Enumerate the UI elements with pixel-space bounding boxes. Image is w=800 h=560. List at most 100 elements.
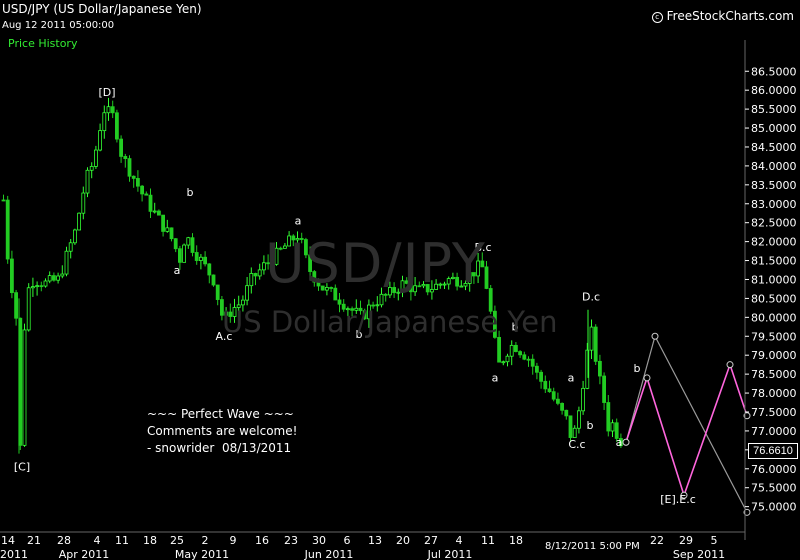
candle-body	[518, 351, 522, 356]
candle-body	[30, 286, 35, 289]
candle-body	[211, 274, 216, 286]
price-tick-label: 78.0000	[751, 387, 797, 400]
candle-body	[602, 375, 606, 403]
candle-body	[110, 106, 115, 114]
candle-body	[379, 293, 384, 306]
price-tick-label: 84.0000	[751, 160, 797, 173]
month-label: May 2011	[175, 548, 229, 560]
price-tick-label: 86.5000	[751, 65, 797, 78]
candle-body	[140, 185, 145, 195]
comment-line: Comments are welcome!	[147, 424, 298, 438]
wave-label: a	[174, 264, 181, 277]
candle-body	[156, 210, 161, 216]
price-tick-label: 80.5000	[751, 292, 797, 305]
projection-pink-line[interactable]	[625, 362, 748, 498]
candle-body	[610, 422, 615, 432]
candle-body	[169, 227, 174, 240]
candle-body	[9, 258, 14, 294]
price-history-label[interactable]: Price History	[8, 37, 77, 50]
projection-vertex[interactable]	[643, 374, 651, 382]
candle-body	[190, 237, 195, 253]
price-tick-label: 84.5000	[751, 141, 797, 154]
candle-body	[539, 371, 543, 382]
candle-body	[198, 256, 203, 261]
candle-body	[547, 388, 552, 393]
candle-body	[47, 275, 52, 282]
month-label: Jun 2011	[304, 548, 354, 560]
candle-body	[14, 292, 19, 319]
date-tick-label: 2	[202, 534, 209, 547]
month-label: 2011	[0, 548, 28, 560]
cursor-date-readout: 8/12/2011 5:00 PM	[545, 541, 640, 552]
candle-body	[52, 275, 56, 281]
candle-body	[131, 175, 136, 179]
projection-vertex[interactable]	[651, 332, 659, 340]
projection-lines	[622, 332, 751, 516]
month-label: Jul 2011	[427, 548, 473, 560]
wave-label: C.c	[568, 438, 585, 451]
candle-body	[123, 156, 128, 159]
wave-label: [D]	[98, 86, 115, 99]
candle-body	[337, 299, 342, 305]
wave-label: D.c	[582, 290, 600, 303]
price-tick-label: 85.0000	[751, 122, 797, 135]
brand-link[interactable]: FreeStockCharts.com	[651, 9, 794, 23]
candle-body	[203, 256, 208, 265]
date-tick-label: 4	[94, 534, 101, 547]
candle-body	[568, 415, 573, 438]
candle-body	[535, 365, 539, 373]
candle-body	[106, 106, 111, 114]
price-tick-label: 79.5000	[751, 330, 797, 343]
candle-body	[102, 112, 107, 132]
date-tick-label: 14	[1, 534, 15, 547]
candle-body	[68, 242, 73, 252]
wave-label: a	[492, 372, 499, 385]
wave-label: [E].E.c	[660, 493, 696, 506]
candle-body	[152, 210, 157, 213]
projection-anchor[interactable]	[622, 438, 630, 446]
candle-body	[148, 194, 153, 212]
candle-body	[135, 178, 140, 187]
date-tick-label: 9	[230, 534, 237, 547]
candle-body	[514, 344, 518, 352]
candle-body	[119, 138, 123, 157]
wave-label: b	[587, 419, 594, 432]
date-tick-label: 11	[115, 534, 129, 547]
comment-line: ~~~ Perfect Wave ~~~	[147, 407, 294, 421]
date-tick-label: 16	[255, 534, 269, 547]
date-tick-label: 27	[424, 534, 438, 547]
candle-body	[85, 169, 90, 194]
candle-body	[598, 360, 602, 377]
candle-body	[556, 398, 560, 404]
date-tick-label: 6	[344, 534, 351, 547]
price-tick-label: 85.5000	[751, 103, 797, 116]
price-axis: 86.5000 86.0000 85.5000 85.0000 84.5000 84.00…	[744, 40, 797, 540]
price-tick-label: 82.5000	[751, 217, 797, 230]
price-tick-label: 83.0000	[751, 198, 797, 211]
candle-body	[115, 112, 119, 140]
price-tick-label: 75.0000	[751, 501, 797, 514]
price-tick-label: 77.5000	[751, 406, 797, 419]
date-tick-label: 13	[368, 534, 382, 547]
candle-body	[26, 287, 31, 331]
candle-body	[1, 199, 6, 202]
candle-body	[215, 284, 220, 300]
candle-body	[60, 273, 65, 277]
wave-label: b	[634, 362, 641, 375]
price-tick-label: 83.5000	[751, 179, 797, 192]
chart-title: USD/JPY (US Dollar/Japanese Yen)	[2, 2, 202, 16]
candle-body	[77, 212, 81, 231]
month-label: Apr 2011	[59, 548, 110, 560]
candle-body	[94, 149, 98, 167]
candle-body	[530, 358, 535, 367]
last-price-badge: 76.6610	[748, 443, 798, 459]
wave-label: a	[616, 436, 623, 449]
candle-body	[497, 336, 502, 363]
projection-vertex[interactable]	[726, 361, 734, 369]
candle-body	[526, 358, 531, 361]
date-tick-label: 29	[679, 534, 693, 547]
candle-body	[22, 329, 27, 446]
date-tick-label: 18	[509, 534, 523, 547]
candle-body	[144, 193, 149, 196]
wave-label: b	[187, 186, 194, 199]
